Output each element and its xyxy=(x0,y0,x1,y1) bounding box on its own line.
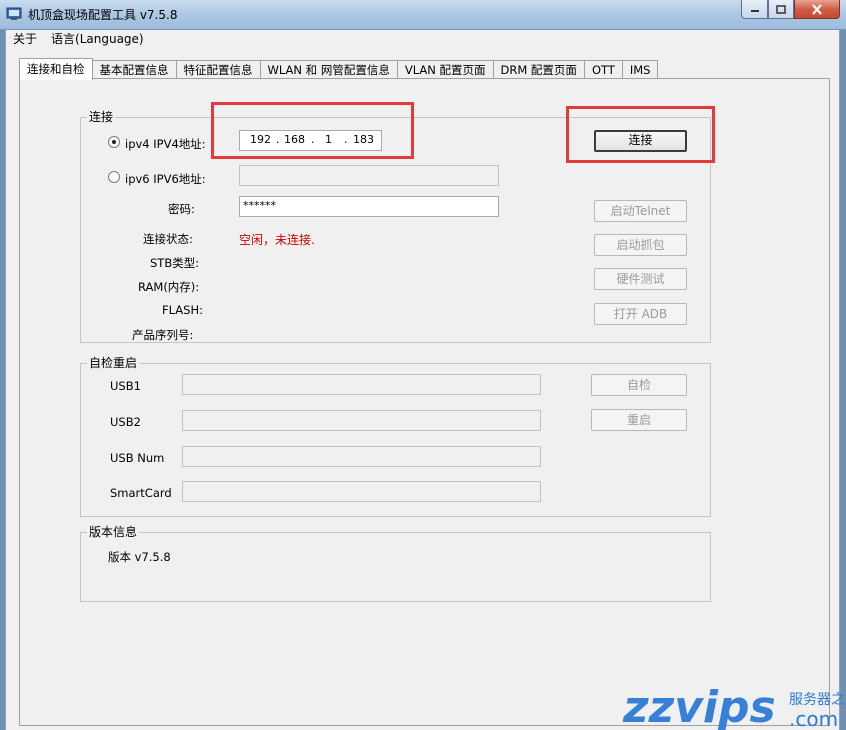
ipv4-highlight-box xyxy=(211,102,414,159)
menu-bar: 关于 语言(Language) xyxy=(6,30,839,48)
usb1-field xyxy=(182,374,541,395)
ram-label: RAM(内存): xyxy=(138,280,200,294)
minimize-icon xyxy=(750,10,759,12)
selftest-group-title: 自检重启 xyxy=(87,356,140,370)
connection-group-title: 连接 xyxy=(87,110,116,124)
minimize-button[interactable] xyxy=(741,0,768,19)
usb-num-label: USB Num xyxy=(110,451,165,465)
tab-vlan-config[interactable]: VLAN 配置页面 xyxy=(397,60,494,79)
maximize-icon xyxy=(776,4,786,14)
close-button[interactable] xyxy=(794,0,840,19)
version-text: 版本 v7.5.8 xyxy=(108,550,171,564)
usb1-label: USB1 xyxy=(110,379,141,393)
tab-ims[interactable]: IMS xyxy=(622,60,659,79)
watermark-tagline: 服务器之家 xyxy=(789,691,846,708)
close-icon xyxy=(812,3,822,15)
app-icon xyxy=(6,7,22,20)
stb-type-label: STB类型: xyxy=(150,256,200,270)
tab-drm-config[interactable]: DRM 配置页面 xyxy=(493,60,585,79)
ipv4-label: ipv4 IPV4地址: xyxy=(125,137,206,151)
smartcard-label: SmartCard xyxy=(110,486,172,500)
usb2-label: USB2 xyxy=(110,415,141,429)
ipv6-label: ipv6 IPV6地址: xyxy=(125,172,206,186)
start-capture-button[interactable]: 启动抓包 xyxy=(594,234,687,256)
start-telnet-button[interactable]: 启动Telnet xyxy=(594,200,687,222)
serial-number-label: 产品序列号: xyxy=(132,328,194,342)
status-label: 连接状态: xyxy=(143,232,193,246)
password-field[interactable]: ****** xyxy=(239,196,499,217)
maximize-button[interactable] xyxy=(768,0,794,19)
smartcard-field xyxy=(182,481,541,502)
tab-panel: 连接 ipv4 IPV4地址: 192 . 168 . 1 . 183 ipv6… xyxy=(19,78,830,726)
flash-label: FLASH: xyxy=(162,303,203,317)
watermark-brand: zzvips xyxy=(622,682,776,730)
menu-language[interactable]: 语言(Language) xyxy=(44,30,151,48)
version-group: 版本信息 版本 v7.5.8 xyxy=(80,525,711,602)
self-check-button[interactable]: 自检 xyxy=(591,374,687,396)
tab-strip: 连接和自检 基本配置信息 特征配置信息 WLAN 和 网管配置信息 VLAN 配… xyxy=(19,58,659,80)
ipv4-radio[interactable] xyxy=(108,136,120,148)
usb-num-field xyxy=(182,446,541,467)
main-window: 关于 语言(Language) 连接和自检 基本配置信息 特征配置信息 WLAN… xyxy=(5,30,840,730)
connect-highlight-box xyxy=(566,106,715,163)
watermark-suffix: .com xyxy=(789,707,838,730)
password-label: 密码: xyxy=(168,202,195,216)
watermark-logo: zzvips .com 服务器之家 xyxy=(622,682,846,730)
tab-ott[interactable]: OTT xyxy=(584,60,623,79)
version-group-title: 版本信息 xyxy=(87,525,140,539)
menu-about[interactable]: 关于 xyxy=(6,30,44,48)
window-title: 机顶盒现场配置工具 v7.5.8 xyxy=(28,8,178,22)
hardware-test-button[interactable]: 硬件测试 xyxy=(594,268,687,290)
ipv6-radio[interactable] xyxy=(108,171,120,183)
open-adb-button[interactable]: 打开 ADB xyxy=(594,303,687,325)
tab-basic-config[interactable]: 基本配置信息 xyxy=(92,60,177,79)
tab-feature-config[interactable]: 特征配置信息 xyxy=(176,60,261,79)
usb2-field xyxy=(182,410,541,431)
title-bar: 机顶盒现场配置工具 v7.5.8 xyxy=(0,0,846,30)
status-value: 空闲，未连接. xyxy=(239,233,315,247)
tab-wlan-netmgmt[interactable]: WLAN 和 网管配置信息 xyxy=(260,60,398,79)
selftest-group: 自检重启 USB1 USB2 USB Num SmartCard 自检 重启 xyxy=(80,356,711,517)
ipv6-address-field[interactable] xyxy=(239,165,499,186)
restart-button[interactable]: 重启 xyxy=(591,409,687,431)
tab-connect-selftest[interactable]: 连接和自检 xyxy=(19,58,93,80)
